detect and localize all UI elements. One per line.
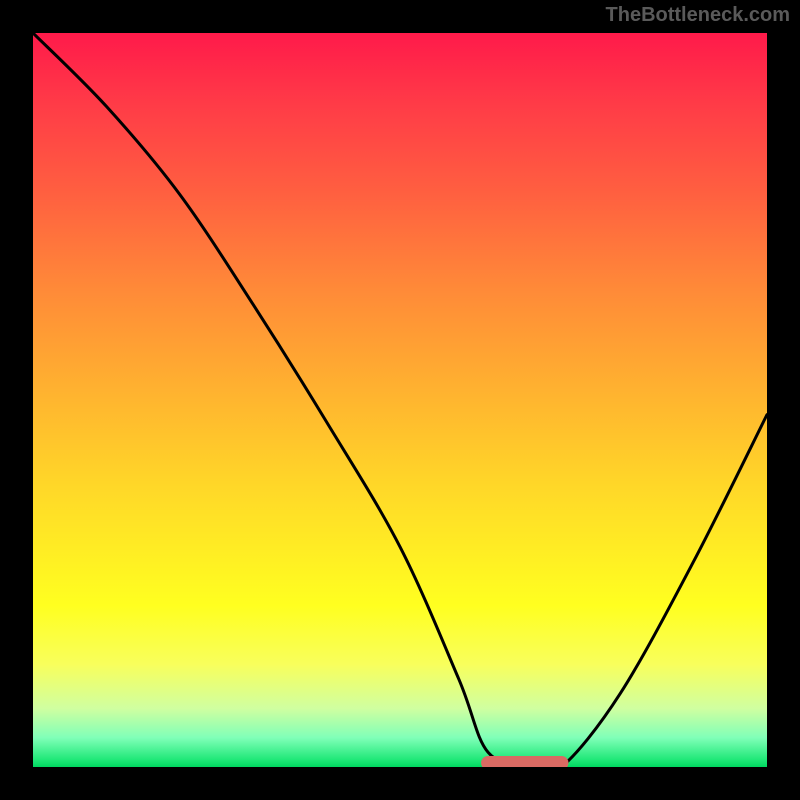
chart-container: TheBottleneck.com xyxy=(0,0,800,800)
bottleneck-curve xyxy=(33,33,767,767)
watermark-text: TheBottleneck.com xyxy=(606,4,790,27)
curve-layer xyxy=(33,33,767,767)
